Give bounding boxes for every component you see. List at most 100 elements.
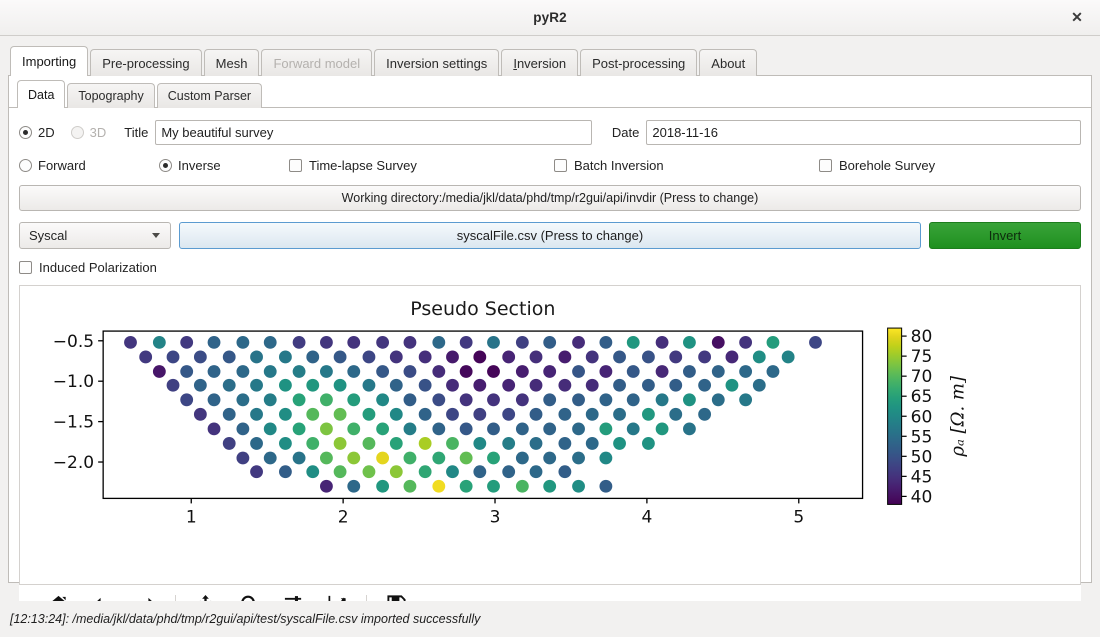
scatter-point <box>320 451 333 465</box>
tab-inversion[interactable]: Inversion <box>501 49 579 76</box>
tab-pre-processing[interactable]: Pre-processing <box>90 49 202 76</box>
importing-panel: Data Topography Custom Parser 2D 3D Title … <box>8 75 1092 623</box>
scatter-point <box>207 393 221 407</box>
scatter-point <box>250 437 263 450</box>
scatter-point <box>180 335 194 349</box>
scatter-point <box>543 422 557 436</box>
colorbar <box>887 327 903 505</box>
date-input[interactable]: 2018-11-16 <box>646 120 1081 145</box>
status-bar: [12:13:24]: /media/jkl/data/phd/tmp/r2gu… <box>0 601 1100 637</box>
scatter-point <box>222 437 236 450</box>
checkbox-batch-inversion[interactable]: Batch Inversion <box>554 158 819 173</box>
scatter-point <box>432 393 446 407</box>
working-directory-button[interactable]: Working directory:/media/jkl/data/phd/tm… <box>19 185 1081 211</box>
scatter-point <box>487 479 500 493</box>
close-icon[interactable]: ✕ <box>1064 5 1090 31</box>
x-tick-label: 3 <box>490 507 501 527</box>
scatter-point <box>306 350 320 364</box>
scatter-point <box>543 451 557 465</box>
colorbar-tick-label: 70 <box>911 367 933 387</box>
scatter-point <box>222 378 236 392</box>
scatter-point <box>459 393 473 407</box>
scatter-point <box>515 365 529 378</box>
subtab-data[interactable]: Data <box>17 80 66 108</box>
scatter-point <box>558 378 572 392</box>
subtab-custom-parser[interactable]: Custom Parser <box>156 83 263 108</box>
tab-mesh[interactable]: Mesh <box>203 49 260 76</box>
scatter-point <box>739 365 753 378</box>
scatter-point <box>655 393 669 407</box>
scatter-point <box>473 350 487 364</box>
scatter-point <box>376 422 390 436</box>
radio-inverse[interactable]: Inverse <box>159 158 289 173</box>
title-bar: pyR2 ✕ <box>0 0 1100 36</box>
scatter-point <box>655 335 669 349</box>
scatter-point <box>752 378 766 392</box>
scatter-point <box>418 437 432 450</box>
main-tab-bar: Importing Pre-processing Mesh Forward model… <box>0 46 1100 76</box>
scatter-point <box>279 350 292 364</box>
sub-tab-bar: Data Topography Custom Parser <box>9 80 1091 108</box>
file-select-button[interactable]: syscalFile.csv (Press to change) <box>179 222 921 249</box>
scatter-point <box>418 465 432 479</box>
scatter-point <box>487 365 500 378</box>
scatter-point <box>432 365 446 378</box>
scatter-point <box>613 378 626 392</box>
scatter-point <box>599 335 613 349</box>
scatter-point <box>558 437 572 450</box>
scatter-point <box>193 407 207 421</box>
scatter-point <box>585 437 599 450</box>
scatter-point <box>572 393 585 407</box>
scatter-point <box>558 350 572 364</box>
scatter-point <box>529 465 543 479</box>
title-input[interactable]: My beautiful survey <box>155 120 592 145</box>
tab-importing[interactable]: Importing <box>10 46 89 76</box>
scatter-point <box>432 479 446 493</box>
radio-3d-dot <box>70 126 84 139</box>
scatter-point <box>459 422 473 436</box>
scatter-point <box>558 407 572 421</box>
status-message: [12:13:24]: /media/jkl/data/phd/tmp/r2gu… <box>10 612 481 626</box>
radio-forward-dot <box>19 159 32 172</box>
scatter-point <box>766 335 780 349</box>
scatter-point <box>766 365 780 378</box>
scatter-point <box>333 350 347 364</box>
tab-about[interactable]: About <box>699 49 758 76</box>
scatter-point <box>333 378 347 392</box>
tab-post-processing[interactable]: Post-processing <box>580 49 698 76</box>
scatter-point <box>683 335 696 349</box>
scatter-point <box>473 378 487 392</box>
scatter-point <box>152 335 166 349</box>
scatter-point <box>781 350 795 364</box>
scatter-point <box>502 350 516 364</box>
scatter-point <box>292 335 306 349</box>
tab-label: Custom Parser <box>167 89 252 103</box>
radio-2d[interactable]: 2D <box>19 125 55 140</box>
checkbox-induced-polarization[interactable]: Induced Polarization <box>19 260 157 275</box>
radio-forward[interactable]: Forward <box>19 158 159 173</box>
scatter-point <box>320 335 333 349</box>
scatter-point <box>292 365 306 378</box>
scatter-point <box>250 465 263 479</box>
parser-select[interactable]: Syscal <box>19 222 171 249</box>
scatter-point <box>585 350 599 364</box>
checkbox-time-lapse[interactable]: Time-lapse Survey <box>289 158 554 173</box>
scatter-point <box>250 350 263 364</box>
scatter-point <box>515 393 529 407</box>
scatter-point <box>529 350 543 364</box>
subtab-topography[interactable]: Topography <box>67 83 155 108</box>
colorbar-label: ρₐ [Ω. m] <box>948 375 969 458</box>
colorbar-tick-label: 50 <box>911 447 933 467</box>
checkbox-borehole-survey[interactable]: Borehole Survey <box>819 158 935 173</box>
scatter-point <box>641 350 655 364</box>
scatter-point <box>222 350 236 364</box>
window-title: pyR2 <box>533 10 567 25</box>
tab-inversion-settings[interactable]: Inversion settings <box>374 49 500 76</box>
scatter-point <box>502 465 516 479</box>
scatter-point <box>446 437 459 450</box>
invert-button[interactable]: Invert <box>929 222 1081 249</box>
radio-inverse-dot <box>159 159 172 172</box>
scatter-point <box>193 378 207 392</box>
chevron-down-icon <box>152 233 160 238</box>
pseudo-section-plot: Pseudo Section −0.5 −1.0 −1.5 −2.0 1 2 3 4 5 40 45 5… <box>19 285 1081 585</box>
